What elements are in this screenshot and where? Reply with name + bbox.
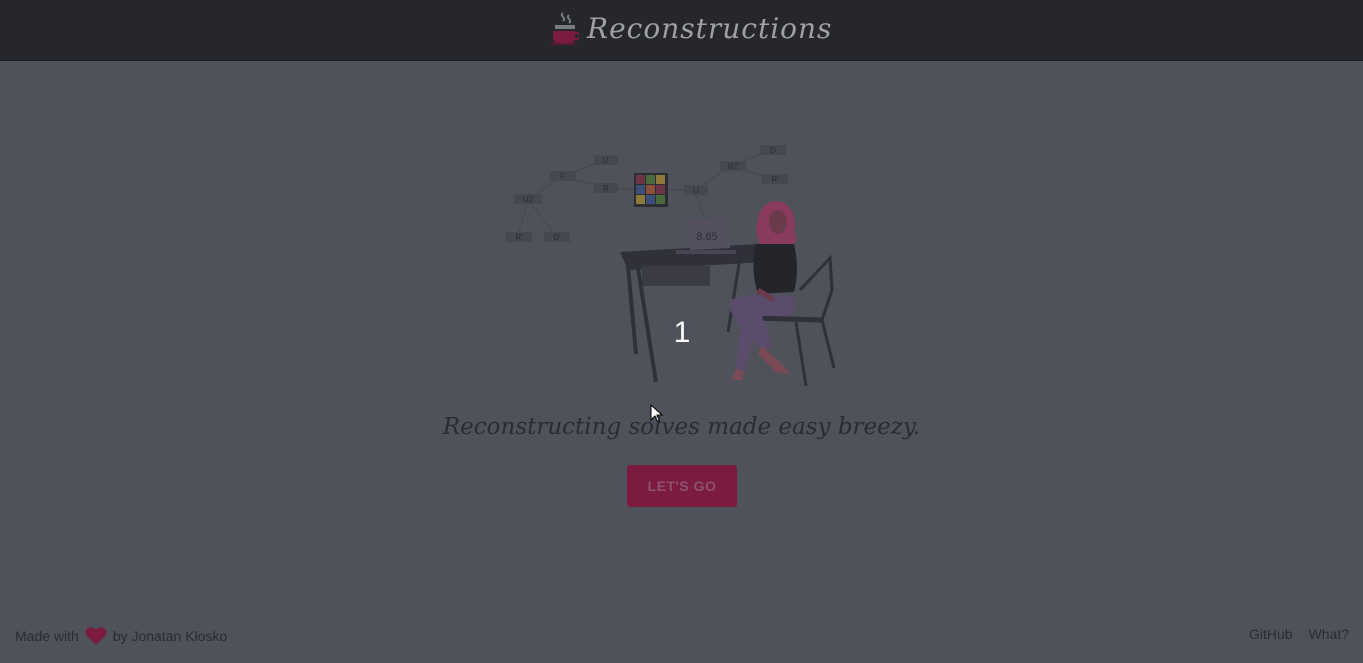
app-header: Reconstructions xyxy=(0,0,1363,61)
move-label: D xyxy=(770,146,776,155)
move-label: R' xyxy=(771,175,779,184)
rubiks-cube-icon xyxy=(634,173,668,207)
timer-display: 8.65 xyxy=(696,231,717,243)
move-label: U2 xyxy=(523,195,534,204)
app-title: Reconstructions xyxy=(587,11,833,45)
move-label: R' xyxy=(515,233,523,242)
footer-links: GitHub What? xyxy=(1249,626,1349,642)
coffee-cup-icon xyxy=(551,12,579,45)
hero-illustration: U' F R U2 R' D' U R2 D R' 8.65 xyxy=(500,140,860,400)
github-link[interactable]: GitHub xyxy=(1249,626,1293,642)
move-label: R xyxy=(603,184,609,193)
tagline: Reconstructing solves made easy breezy. xyxy=(442,414,921,440)
footer-credits: Made with by Jonatan Kłosko xyxy=(15,626,227,646)
heart-icon xyxy=(85,627,107,645)
move-label: U' xyxy=(602,156,610,165)
countdown-number: 1 xyxy=(673,316,691,349)
move-label: F xyxy=(561,172,566,181)
move-label: R2 xyxy=(728,162,739,171)
move-label: U xyxy=(693,186,699,195)
person-illustration xyxy=(730,201,797,380)
author-text: by Jonatan Kłosko xyxy=(112,628,228,644)
made-with-text: Made with xyxy=(15,628,79,644)
what-link[interactable]: What? xyxy=(1309,626,1349,642)
brand[interactable]: Reconstructions xyxy=(549,6,832,50)
move-label: D' xyxy=(553,233,561,242)
lets-go-button[interactable]: LET'S GO xyxy=(627,465,737,507)
